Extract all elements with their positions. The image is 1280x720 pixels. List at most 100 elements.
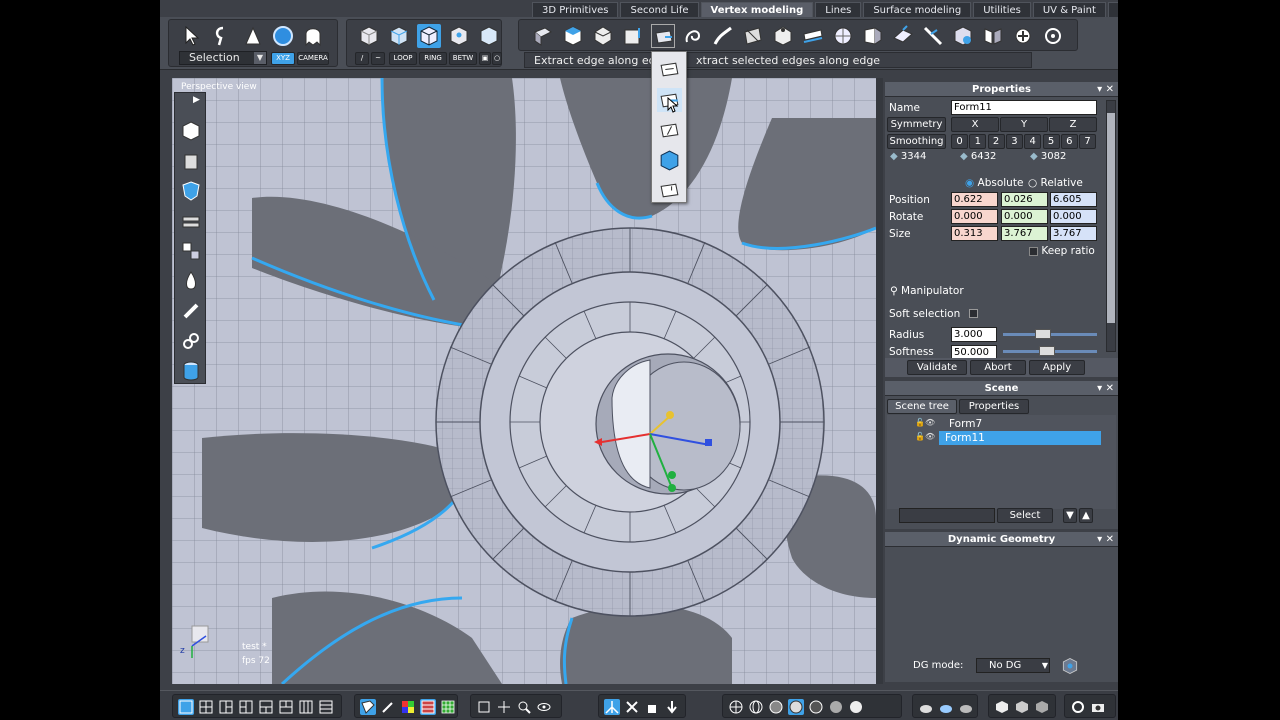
name-field[interactable]: Form11 (951, 100, 1097, 115)
symmetry-x-button[interactable]: X (951, 117, 999, 132)
layout-quad-icon[interactable] (198, 699, 214, 715)
position-y-field[interactable]: 0.026 (1001, 192, 1048, 207)
flip-icon[interactable] (861, 24, 885, 48)
scene-select-button[interactable]: Select (997, 508, 1053, 523)
selection-mode-dropdown[interactable]: Selection ▼ (179, 51, 267, 65)
face-mode-icon[interactable] (387, 24, 411, 48)
tab-scene-tree[interactable]: Scene tree (887, 399, 957, 414)
rotate-z-field[interactable]: 0.000 (1050, 209, 1097, 224)
tab-vertex-modeling[interactable]: Vertex modeling (700, 2, 814, 18)
add-vertex-icon[interactable] (1011, 24, 1035, 48)
grow-icon[interactable]: ▣ (479, 52, 491, 65)
layout-split-h-icon[interactable] (258, 699, 274, 715)
hand-icon[interactable] (644, 699, 660, 715)
render-sphere-icon[interactable] (918, 699, 934, 715)
symmetry-z-button[interactable]: Z (1049, 117, 1097, 132)
extract-curve-option-icon[interactable] (657, 118, 682, 142)
extract-cube-option-icon[interactable] (657, 148, 682, 172)
layout-rows-icon[interactable] (318, 699, 334, 715)
layout-columns-icon[interactable] (298, 699, 314, 715)
symmetry-button[interactable]: Symmetry (887, 117, 946, 132)
tab-lines[interactable]: Lines (815, 2, 862, 18)
layout-three-icon[interactable] (218, 699, 234, 715)
link-icon[interactable] (179, 299, 203, 323)
position-x-field[interactable]: 0.622 (951, 192, 998, 207)
soft-selection-checkbox[interactable] (969, 309, 978, 318)
scene-item-form11[interactable]: Form11 (939, 431, 1101, 445)
cylinder-icon[interactable] (179, 359, 203, 383)
smooth-icon[interactable] (831, 24, 855, 48)
camera-icon[interactable] (1090, 699, 1106, 715)
ring-button[interactable]: RING (419, 52, 447, 65)
absolute-radio[interactable]: ◉ Absolute (965, 177, 1023, 189)
shaded-sphere-icon[interactable] (828, 699, 844, 715)
smoothing-level-button[interactable]: 0 (951, 134, 968, 149)
smoothing-level-button[interactable]: 5 (1042, 134, 1060, 149)
lock-visibility-icon[interactable]: 🔓👁 (915, 418, 935, 427)
scene-item-form7[interactable]: Form7 (943, 417, 982, 431)
cubes-icon[interactable] (179, 239, 203, 263)
radius-slider[interactable] (1003, 329, 1097, 339)
box-split-icon[interactable] (179, 149, 203, 173)
panel-splitter[interactable] (876, 78, 883, 684)
scene-search-input[interactable] (899, 508, 995, 523)
bevel-icon[interactable] (591, 24, 615, 48)
globe-grid-icon[interactable] (748, 699, 764, 715)
stack-icon[interactable] (179, 209, 203, 233)
shrink-icon[interactable]: ○ (492, 52, 502, 65)
apply-button[interactable]: Apply (1029, 360, 1085, 375)
cube-pair-icon[interactable] (1014, 699, 1030, 715)
properties-scrollbar-thumb[interactable] (1107, 113, 1115, 323)
softness-slider[interactable] (1003, 346, 1097, 356)
grid-toggle-icon[interactable] (420, 699, 436, 715)
paint-select-icon[interactable] (241, 24, 265, 48)
render-dark-icon[interactable] (958, 699, 974, 715)
ghost-icon[interactable] (301, 24, 325, 48)
smoothing-level-button[interactable]: 6 (1060, 134, 1078, 149)
radius-slider-handle[interactable] (1035, 329, 1051, 339)
smoothing-level-button[interactable]: 4 (1024, 134, 1042, 149)
abort-button[interactable]: Abort (970, 360, 1026, 375)
settings-gear-icon[interactable] (1070, 699, 1086, 715)
down-arrow-icon[interactable] (664, 699, 680, 715)
close-icon[interactable]: ▾ ✕ (1097, 381, 1114, 396)
globe-lines-icon[interactable] (768, 699, 784, 715)
box-primitive-icon[interactable] (179, 119, 203, 143)
between-button[interactable]: BETW (449, 52, 477, 65)
sphere-select-icon[interactable] (271, 24, 295, 48)
lasso-select-icon[interactable] (211, 24, 235, 48)
symmetry-y-button[interactable]: Y (1000, 117, 1048, 132)
spiral-icon[interactable] (681, 24, 705, 48)
eye-icon[interactable] (536, 699, 552, 715)
extrude-icon[interactable] (531, 24, 555, 48)
tab-utilities[interactable]: Utilities (973, 2, 1031, 18)
checker-sphere-icon[interactable] (808, 699, 824, 715)
render-blue-icon[interactable] (938, 699, 954, 715)
smoothing-level-button[interactable]: 2 (987, 134, 1005, 149)
mirror-icon[interactable] (981, 24, 1005, 48)
object-mode-icon[interactable] (357, 24, 381, 48)
perspective-viewport[interactable]: z Perspective view ▶ test * fps 72 (172, 78, 876, 684)
slice-icon[interactable] (801, 24, 825, 48)
rotate-y-field[interactable]: 0.000 (1001, 209, 1048, 224)
sort-up-icon[interactable]: ▲ (1079, 508, 1093, 523)
tab-scene-properties[interactable]: Properties (959, 399, 1029, 414)
softness-slider-handle[interactable] (1039, 346, 1055, 356)
split-icon[interactable] (741, 24, 765, 48)
xyz-toggle-button[interactable]: XYZ (271, 52, 295, 65)
layout-three-b-icon[interactable] (238, 699, 254, 715)
tab-uv-paint[interactable]: UV & Paint (1032, 2, 1106, 18)
smoothing-level-button[interactable]: 3 (1005, 134, 1023, 149)
dg-mode-dropdown[interactable]: No DG ▼ (976, 658, 1050, 673)
cube-face-icon[interactable] (561, 24, 585, 48)
manipulator-section[interactable]: ⚲ Manipulator (890, 285, 964, 297)
zoom-icon[interactable] (516, 699, 532, 715)
cube-group-icon[interactable] (1034, 699, 1050, 715)
layout-single-icon[interactable] (178, 699, 194, 715)
size-x-field[interactable]: 0.313 (951, 226, 998, 241)
project-icon[interactable] (891, 24, 915, 48)
smoothing-level-button[interactable]: 1 (969, 134, 987, 149)
layout-split-v-icon[interactable] (278, 699, 294, 715)
lock-visibility-icon[interactable]: 🔓👁 (915, 432, 935, 441)
expand-arrow-icon[interactable]: ▶ (193, 95, 203, 105)
